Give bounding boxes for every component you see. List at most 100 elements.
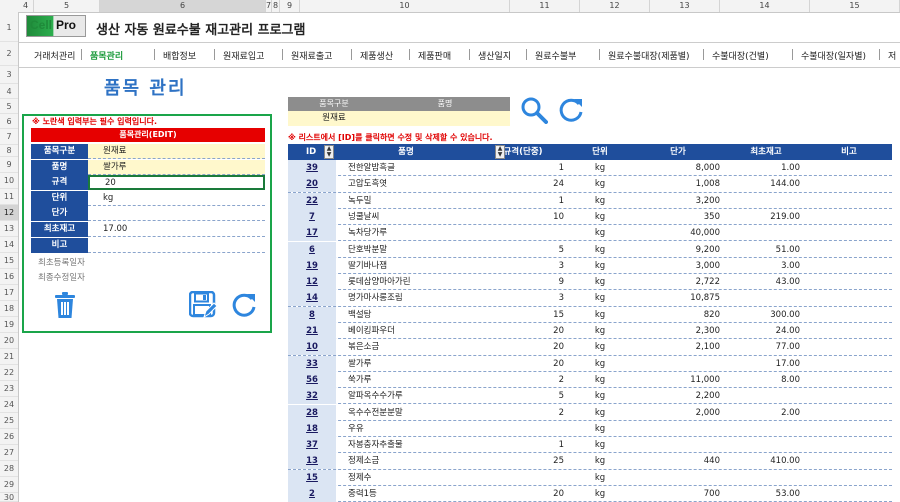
nav-item[interactable]: 배합정보 bbox=[163, 49, 196, 62]
column-header[interactable]: 14 bbox=[720, 0, 810, 12]
table-cell-spec: 2 bbox=[558, 407, 564, 418]
row-header[interactable]: 12 bbox=[0, 205, 18, 221]
nav-item[interactable]: 원료수불대장(제품별) bbox=[608, 49, 690, 62]
row-header[interactable]: 23 bbox=[0, 381, 18, 397]
column-header[interactable]: 12 bbox=[580, 0, 650, 12]
column-header[interactable]: 11 bbox=[510, 0, 580, 12]
item-id-link[interactable]: 18 bbox=[288, 420, 336, 437]
row-header[interactable]: 9 bbox=[0, 157, 18, 173]
nav-item[interactable]: 원료수불부 bbox=[535, 49, 576, 62]
item-id-link[interactable]: 22 bbox=[288, 192, 336, 209]
nav-item[interactable]: 저 bbox=[888, 49, 896, 62]
row-header[interactable]: 2 bbox=[0, 42, 18, 66]
search-refresh-icon[interactable] bbox=[557, 96, 585, 127]
trash-icon[interactable] bbox=[54, 291, 76, 322]
item-id-link[interactable]: 39 bbox=[288, 160, 336, 176]
row-header[interactable]: 24 bbox=[0, 397, 18, 413]
item-id-link[interactable]: 37 bbox=[288, 437, 336, 454]
row-header[interactable]: 26 bbox=[0, 429, 18, 445]
row-header[interactable]: 8 bbox=[0, 145, 18, 157]
row-header[interactable]: 16 bbox=[0, 269, 18, 285]
row-header[interactable]: 27 bbox=[0, 445, 18, 461]
nav-item[interactable]: 품목관리 bbox=[90, 49, 123, 62]
item-id-link[interactable]: 14 bbox=[288, 290, 336, 307]
nav-item[interactable]: 원재료출고 bbox=[291, 49, 332, 62]
sort-id-button[interactable]: ▲ ▼ bbox=[324, 145, 334, 159]
item-id-link[interactable]: 56 bbox=[288, 371, 336, 388]
nav-item[interactable]: 원재료입고 bbox=[223, 49, 264, 62]
field-value-input[interactable]: 20 bbox=[88, 175, 265, 191]
search-category-input[interactable]: 원재료 bbox=[288, 111, 380, 126]
row-header[interactable]: 13 bbox=[0, 221, 18, 237]
nav-item[interactable]: 수불대장(건별) bbox=[712, 49, 769, 62]
table-row: 15 정제수 kg bbox=[288, 469, 892, 486]
nav-item[interactable]: 제품판매 bbox=[418, 49, 451, 62]
row-header[interactable]: 19 bbox=[0, 317, 18, 333]
row-header[interactable]: 14 bbox=[0, 237, 18, 253]
field-value-input[interactable]: 쌀가루 bbox=[88, 159, 265, 175]
row-header[interactable]: 6 bbox=[0, 114, 18, 129]
column-header[interactable]: 6 bbox=[100, 0, 266, 12]
table-cell-price: 1,008 bbox=[695, 179, 720, 190]
item-id-link[interactable]: 15 bbox=[288, 469, 336, 486]
row-header[interactable]: 22 bbox=[0, 365, 18, 381]
item-id-link[interactable]: 2 bbox=[288, 486, 336, 502]
row-header[interactable]: 17 bbox=[0, 285, 18, 301]
field-value-input[interactable] bbox=[88, 206, 265, 222]
row-header[interactable]: 29 bbox=[0, 477, 18, 493]
item-id-link[interactable]: 13 bbox=[288, 453, 336, 470]
row-header[interactable]: 11 bbox=[0, 189, 18, 205]
row-header[interactable]: 5 bbox=[0, 99, 18, 114]
item-id-link[interactable]: 32 bbox=[288, 388, 336, 405]
item-id-link[interactable]: 17 bbox=[288, 225, 336, 242]
nav-item[interactable]: 제품생산 bbox=[360, 49, 393, 62]
item-id-link[interactable]: 28 bbox=[288, 404, 336, 421]
field-value-input[interactable]: 원재료 bbox=[88, 144, 265, 159]
column-header[interactable]: 15 bbox=[810, 0, 900, 12]
item-id-link[interactable]: 19 bbox=[288, 257, 336, 274]
item-id-link[interactable]: 6 bbox=[288, 241, 336, 258]
nav-item[interactable]: 거래처관리 bbox=[34, 49, 75, 62]
row-header[interactable]: 10 bbox=[0, 173, 18, 189]
column-header[interactable]: 9 bbox=[280, 0, 300, 12]
column-header[interactable]: 8 bbox=[272, 0, 280, 12]
item-id-link[interactable]: 8 bbox=[288, 306, 336, 323]
field-value-input[interactable]: kg bbox=[88, 191, 265, 206]
row-header[interactable]: 4 bbox=[0, 84, 18, 99]
row-header[interactable]: 30 bbox=[0, 493, 18, 502]
table-cell-spec: 15 bbox=[553, 309, 564, 320]
sort-name-button[interactable]: ▲ ▼ bbox=[495, 145, 505, 159]
item-id-link[interactable]: 7 bbox=[288, 208, 336, 225]
row-header[interactable]: 25 bbox=[0, 413, 18, 429]
item-id-link[interactable]: 21 bbox=[288, 323, 336, 339]
row-header[interactable]: 28 bbox=[0, 461, 18, 477]
search-name-input[interactable] bbox=[380, 111, 510, 126]
row-header[interactable]: 21 bbox=[0, 349, 18, 365]
row-header[interactable]: 7 bbox=[0, 129, 18, 145]
field-value-input[interactable]: 17.00 bbox=[88, 222, 265, 237]
table-row: 32 알파옥수수가루 5 kg 2,200 bbox=[288, 388, 892, 405]
column-header[interactable]: 4 bbox=[18, 0, 34, 12]
item-id-link[interactable]: 33 bbox=[288, 355, 336, 372]
column-header[interactable]: 10 bbox=[300, 0, 510, 12]
table-cell-unit: kg bbox=[594, 244, 606, 255]
row-header[interactable]: 15 bbox=[0, 253, 18, 269]
nav-item[interactable]: 수불대장(일자별) bbox=[801, 49, 866, 62]
table-cell-name: 우유 bbox=[348, 423, 364, 434]
row-header[interactable]: 20 bbox=[0, 333, 18, 349]
item-id-link[interactable]: 20 bbox=[288, 176, 336, 193]
row-header[interactable]: 1 bbox=[0, 14, 18, 42]
row-header[interactable]: 18 bbox=[0, 301, 18, 317]
nav-item[interactable]: 생산일지 bbox=[478, 49, 511, 62]
column-header[interactable]: 13 bbox=[650, 0, 720, 12]
table-cell-name: 알파옥수수가루 bbox=[348, 391, 403, 402]
save-edit-icon[interactable] bbox=[188, 290, 218, 322]
table-cell-name: 자봉충자추출물 bbox=[348, 440, 403, 451]
refresh-icon[interactable] bbox=[230, 291, 258, 322]
row-header[interactable]: 3 bbox=[0, 66, 18, 84]
item-id-link[interactable]: 12 bbox=[288, 274, 336, 291]
column-header[interactable]: 5 bbox=[34, 0, 100, 12]
field-value-input[interactable] bbox=[88, 238, 265, 253]
search-icon[interactable] bbox=[520, 96, 548, 127]
item-id-link[interactable]: 10 bbox=[288, 339, 336, 356]
